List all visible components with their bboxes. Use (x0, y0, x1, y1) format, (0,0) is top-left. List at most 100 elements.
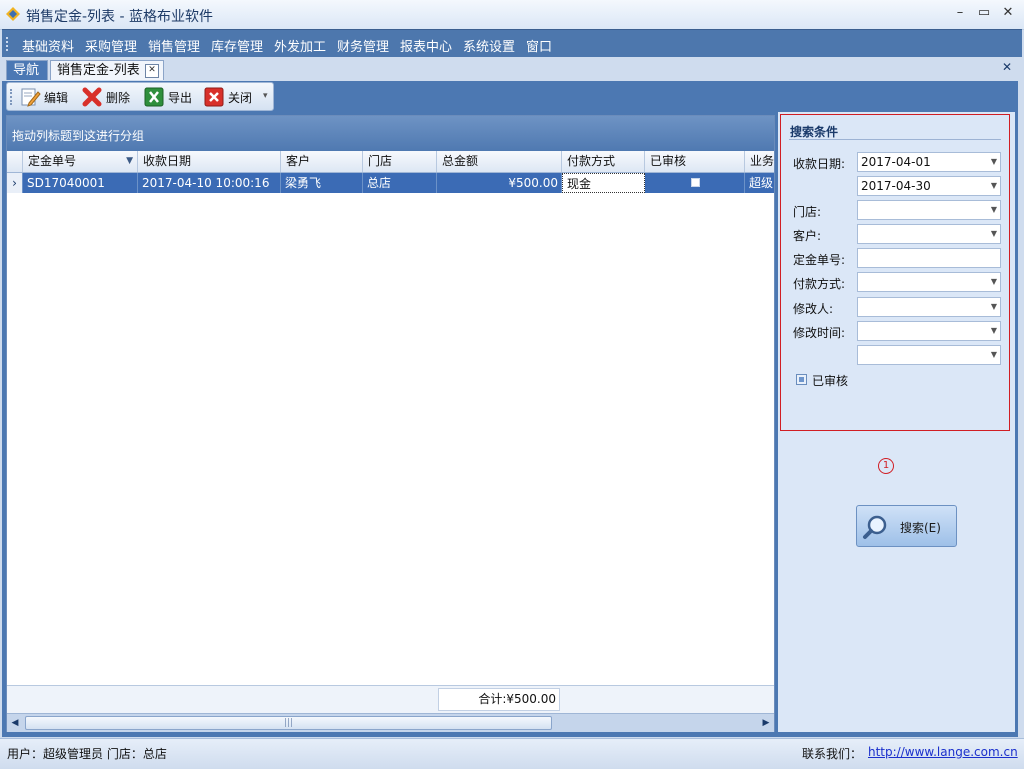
edit-label: 编辑 (44, 90, 69, 105)
column-header-customer[interactable]: 客户 (281, 151, 363, 172)
column-header-row: 定金单号 ▼ 收款日期 客户 门店 总金额 付款方式 已审核 业务 (7, 151, 774, 173)
modify-time-to-picker[interactable]: ▼ (857, 345, 1001, 365)
modify-time-from-picker[interactable]: ▼ (857, 321, 1001, 341)
close-label: 关闭 (228, 90, 253, 105)
menu-bar: 基础资料 采购管理 销售管理 库存管理 外发加工 财务管理 报表中心 系统设置 … (2, 29, 1022, 58)
close-icon (204, 87, 224, 107)
menu-finance[interactable]: 财务管理 (337, 36, 389, 55)
cell-order-no[interactable]: SD17040001 (23, 173, 138, 193)
column-header-business[interactable]: 业务 (745, 151, 774, 172)
title-bar: 销售定金-列表 - 蓝格布业软件 – ▭ ✕ (0, 0, 1024, 30)
date-to-value: 2017-04-30 (861, 179, 931, 193)
chevron-down-icon[interactable]: ▼ (991, 322, 997, 340)
chevron-down-icon[interactable]: ▼ (991, 201, 997, 219)
chevron-down-icon[interactable]: ▼ (991, 273, 997, 291)
chevron-down-icon[interactable]: ▼ (991, 153, 997, 171)
scroll-thumb[interactable]: ||| (25, 716, 552, 730)
scroll-right-icon[interactable]: ▶ (761, 717, 771, 729)
app-logo-icon (6, 7, 20, 21)
chevron-down-icon[interactable]: ▼ (991, 298, 997, 316)
date-to-picker[interactable]: 2017-04-30 ▼ (857, 176, 1001, 196)
column-header-amount[interactable]: 总金额 (437, 151, 562, 172)
menu-basic-data[interactable]: 基础资料 (22, 36, 74, 55)
annotation-marker: 1 (878, 458, 894, 474)
cell-amount[interactable]: ¥500.00 (437, 173, 562, 193)
tab-close-icon[interactable]: ✕ (145, 64, 159, 78)
magnifier-icon (863, 515, 887, 539)
column-header-order-no[interactable]: 定金单号 ▼ (23, 151, 138, 172)
column-header-store[interactable]: 门店 (363, 151, 437, 172)
payment-select[interactable]: ▼ (857, 272, 1001, 292)
tab-navigation[interactable]: 导航 (6, 60, 48, 80)
store-select[interactable]: ▼ (857, 200, 1001, 220)
menu-settings[interactable]: 系统设置 (463, 36, 515, 55)
column-header-date[interactable]: 收款日期 (138, 151, 281, 172)
row-indicator-header (7, 151, 23, 172)
tab-strip: 导航 销售定金-列表 ✕ ✕ (2, 57, 1022, 81)
menu-outsourcing[interactable]: 外发加工 (274, 36, 326, 55)
search-criteria-title: 搜索条件 (790, 125, 839, 139)
customer-select[interactable]: ▼ (857, 224, 1001, 244)
export-button[interactable]: 导出 (143, 86, 192, 108)
status-user-store: 用户：超级管理员 门店：总店 (7, 747, 167, 761)
chevron-down-icon[interactable]: ▼ (991, 177, 997, 195)
cell-approved[interactable] (645, 173, 745, 193)
cell-store[interactable]: 总店 (363, 173, 437, 193)
chevron-down-icon[interactable]: ▼ (991, 225, 997, 243)
store-label: 门店: (793, 205, 822, 219)
excel-export-icon (144, 87, 164, 107)
delete-button[interactable]: 删除 (81, 86, 130, 108)
toolbar-overflow-icon[interactable]: ▾ (263, 91, 268, 101)
cell-business[interactable]: 超级 (745, 173, 774, 193)
approved-checkbox[interactable] (691, 178, 700, 187)
group-by-hint: 拖动列标题到这进行分组 (12, 129, 145, 143)
deposit-grid: 拖动列标题到这进行分组 定金单号 ▼ 收款日期 客户 门店 总金额 付款方式 已… (6, 115, 775, 732)
close-window-button[interactable]: ✕ (998, 4, 1018, 22)
total-amount: 合计:¥500.00 (438, 688, 560, 711)
divider (789, 139, 1001, 140)
minimize-button[interactable]: – (950, 4, 970, 22)
menu-purchase[interactable]: 采购管理 (85, 36, 137, 55)
approved-filter-checkbox[interactable] (796, 374, 807, 385)
toolbar: 编辑 删除 导出 关闭 ▾ (6, 82, 274, 111)
tab-sales-deposit-label: 销售定金-列表 (57, 63, 140, 78)
horizontal-scrollbar[interactable]: ◀ ||| ▶ (7, 713, 774, 732)
column-header-payment[interactable]: 付款方式 (562, 151, 645, 172)
menu-sales[interactable]: 销售管理 (148, 36, 200, 55)
chevron-down-icon[interactable]: ▼ (991, 346, 997, 364)
search-criteria-box: 搜索条件 收款日期: 2017-04-01 ▼ 2017-04-30 ▼ 门店:… (780, 114, 1010, 431)
modifier-select[interactable]: ▼ (857, 297, 1001, 317)
table-row[interactable]: › SD17040001 2017-04-10 10:00:16 梁勇飞 总店 … (7, 173, 774, 193)
search-panel: 搜索条件 收款日期: 2017-04-01 ▼ 2017-04-30 ▼ 门店:… (778, 112, 1015, 732)
menu-window[interactable]: 窗口 (526, 36, 552, 55)
cell-date[interactable]: 2017-04-10 10:00:16 (138, 173, 281, 193)
cell-customer[interactable]: 梁勇飞 (281, 173, 363, 193)
menu-reports[interactable]: 报表中心 (400, 36, 452, 55)
delete-icon (82, 87, 102, 107)
date-from-picker[interactable]: 2017-04-01 ▼ (857, 152, 1001, 172)
checkbox-indeterminate-mark (799, 377, 804, 382)
close-button[interactable]: 关闭 (203, 86, 252, 108)
order-no-input[interactable] (857, 248, 1001, 268)
close-all-tabs-icon[interactable]: ✕ (1002, 60, 1012, 74)
menu-inventory[interactable]: 库存管理 (211, 36, 263, 55)
cell-payment[interactable]: 现金 (562, 173, 645, 193)
summary-footer: 合计:¥500.00 (7, 685, 774, 713)
group-by-panel[interactable]: 拖动列标题到这进行分组 (7, 116, 774, 151)
column-header-approved[interactable]: 已审核 (645, 151, 745, 172)
tab-sales-deposit-list[interactable]: 销售定金-列表 ✕ (50, 60, 164, 80)
window-title: 销售定金-列表 - 蓝格布业软件 (26, 9, 214, 25)
restore-button[interactable]: ▭ (974, 4, 994, 22)
sort-descending-icon[interactable]: ▼ (126, 151, 133, 172)
edit-button[interactable]: 编辑 (19, 86, 68, 108)
export-label: 导出 (168, 90, 193, 105)
date-label: 收款日期: (793, 157, 846, 171)
scroll-left-icon[interactable]: ◀ (10, 717, 20, 729)
modifier-label: 修改人: (793, 302, 834, 316)
approved-filter-label[interactable]: 已审核 (812, 372, 848, 389)
menu-grip (6, 37, 11, 51)
toolbar-grip (10, 89, 14, 105)
website-link[interactable]: http://www.lange.com.cn (868, 745, 1018, 759)
search-button[interactable]: 搜索(E) (856, 505, 957, 547)
status-bar: 用户：超级管理员 门店：总店 联系我们： http://www.lange.co… (0, 738, 1024, 769)
